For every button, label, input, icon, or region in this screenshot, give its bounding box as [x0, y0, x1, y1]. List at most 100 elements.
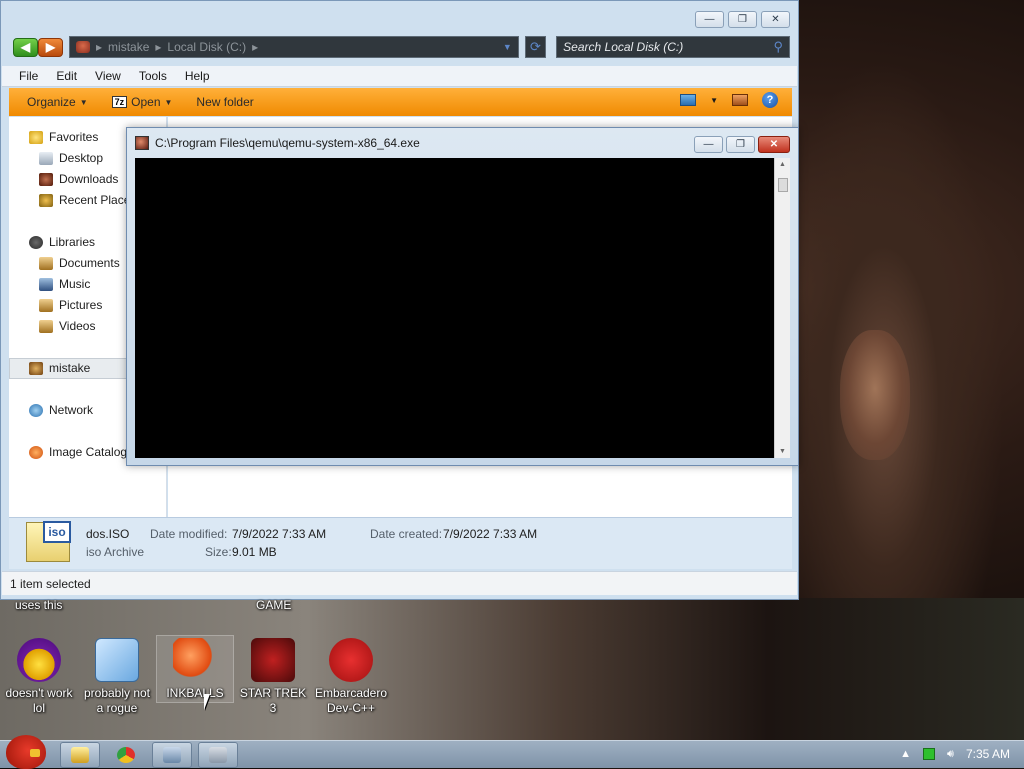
qemu-console-screen[interactable] [135, 158, 776, 458]
desktop-icon-rogue[interactable]: probably not a rogue [79, 638, 155, 716]
back-button[interactable]: ◀ [13, 37, 38, 57]
star-wars-game-icon [251, 638, 295, 682]
qemu-title-bar[interactable]: C:\Program Files\qemu\qemu-system-x86_64… [135, 136, 420, 150]
menu-tools[interactable]: Tools [130, 69, 176, 83]
help-icon[interactable]: ? [762, 92, 778, 108]
wallpaper-ear [840, 330, 910, 460]
nav-videos-label: Videos [59, 319, 96, 333]
scroll-up-icon[interactable]: ▲ [779, 161, 786, 168]
taskbar-chrome-button[interactable] [106, 742, 146, 768]
star-icon [29, 130, 43, 144]
command-toolbar: Organize ▼ 7z Open ▼ New folder ▼ ? [9, 88, 792, 116]
nav-recent-places[interactable]: Recent Places [39, 193, 136, 207]
clock[interactable]: 7:35 AM [966, 747, 1010, 761]
nav-arrows: ◀ ▶ [13, 37, 63, 57]
start-button[interactable] [2, 729, 52, 769]
folder-icon [71, 747, 89, 763]
qemu-window[interactable]: C:\Program Files\qemu\qemu-system-x86_64… [126, 127, 799, 466]
desktop-caption-game[interactable]: GAME [256, 598, 291, 612]
preview-pane-icon[interactable] [732, 94, 748, 106]
menu-file[interactable]: File [10, 69, 47, 83]
maximize-button[interactable]: ❐ [728, 11, 757, 28]
desktop-icon-label: STAR TREK 3 [239, 686, 307, 715]
minimize-button[interactable]: — [695, 11, 724, 28]
taskbar-explorer-button[interactable] [60, 742, 100, 768]
refresh-button[interactable]: ⟳ [524, 36, 547, 58]
open-button[interactable]: 7z Open ▼ [100, 95, 185, 109]
desktop-caption-uses-this[interactable]: uses this [15, 598, 62, 612]
desktop-icon-label: probably not a rogue [83, 686, 151, 715]
nav-downloads-label: Downloads [59, 172, 119, 186]
nav-desktop-label: Desktop [59, 151, 104, 165]
nav-videos[interactable]: Videos [39, 319, 95, 333]
details-size: 9.01 MB [232, 545, 277, 559]
image-catalog-icon [29, 445, 43, 459]
nav-libraries-label: Libraries [49, 235, 96, 249]
nav-network-label: Network [49, 403, 94, 417]
libraries-icon [29, 235, 43, 249]
address-dropdown-icon[interactable]: ▼ [503, 42, 512, 52]
volume-icon[interactable]: 🔊︎ [947, 748, 954, 761]
user-folder-icon [29, 361, 43, 375]
qemu-scrollbar[interactable]: ▲ ▼ [774, 158, 790, 458]
start-beak [30, 749, 40, 757]
qemu-app-icon [135, 136, 149, 150]
menu-edit[interactable]: Edit [47, 69, 86, 83]
seven-zip-icon: 7z [111, 96, 128, 108]
qemu-close-button[interactable]: ✕ [758, 136, 790, 153]
downloads-icon [39, 172, 53, 186]
desktop-icon-star-trek[interactable]: STAR TREK 3 [235, 638, 311, 716]
breadcrumb-sep-icon: ▸ [252, 40, 259, 54]
nav-image-catalog-label: Image Catalog [49, 445, 128, 459]
nav-image-catalog[interactable]: Image Catalog [29, 445, 127, 459]
address-bar[interactable]: ▸ mistake ▸ Local Disk (C:) ▸ ▼ [69, 36, 519, 58]
system-tray: ▲ 🔊︎ 7:35 AM [900, 747, 1010, 761]
details-date-created: 7/9/2022 7:33 AM [443, 527, 538, 541]
nav-downloads[interactable]: Downloads [39, 172, 118, 186]
desktop-icon-inkballs[interactable]: INKBALLS [157, 638, 233, 701]
details-date-created-label: Date created: [370, 527, 443, 541]
recent-places-icon [39, 193, 53, 207]
nav-network[interactable]: Network [29, 403, 93, 417]
iso-file-icon: iso [26, 521, 71, 562]
search-placeholder: Search Local Disk (C:) [563, 40, 684, 54]
new-folder-button[interactable]: New folder [184, 95, 265, 109]
menu-bar: File Edit View Tools Help [2, 66, 797, 87]
nav-favorites[interactable]: Favorites [29, 130, 98, 144]
taskbar-qemu-button[interactable] [152, 742, 192, 768]
desktop-icon-label: doesn't work lol [5, 686, 73, 715]
console-window-icon [163, 747, 181, 763]
scroll-down-icon[interactable]: ▼ [779, 448, 786, 455]
menu-help[interactable]: Help [176, 69, 219, 83]
forward-button[interactable]: ▶ [38, 37, 63, 57]
search-icon[interactable]: ⚲ [773, 39, 783, 55]
close-button[interactable]: ✕ [761, 11, 790, 28]
desktop-icon-dev-cpp[interactable]: Embarcadero Dev-C++ [313, 638, 389, 716]
application-icon [209, 747, 227, 763]
change-view-icon[interactable] [680, 94, 697, 106]
chevron-down-icon[interactable]: ▼ [710, 96, 718, 105]
nav-user-mistake[interactable]: mistake [29, 361, 90, 375]
nav-libraries[interactable]: Libraries [29, 235, 95, 249]
taskbar-app-button[interactable] [198, 742, 238, 768]
videos-icon [39, 319, 53, 333]
qemu-minimize-button[interactable]: — [694, 136, 723, 153]
menu-view[interactable]: View [86, 69, 130, 83]
qemu-title: C:\Program Files\qemu\qemu-system-x86_64… [155, 136, 420, 150]
breadcrumb-mistake[interactable]: mistake [108, 40, 149, 54]
scroll-thumb[interactable] [778, 178, 788, 192]
show-hidden-icons-icon[interactable]: ▲ [900, 748, 911, 760]
breadcrumb-sep-icon: ▸ [96, 40, 103, 54]
search-input[interactable]: Search Local Disk (C:) ⚲ [556, 36, 790, 58]
breadcrumb-local-disk[interactable]: Local Disk (C:) [167, 40, 246, 54]
nav-music[interactable]: Music [39, 277, 90, 291]
nav-desktop[interactable]: Desktop [39, 151, 103, 165]
qemu-maximize-button[interactable]: ❐ [726, 136, 755, 153]
chevron-down-icon: ▼ [164, 97, 173, 107]
nav-documents[interactable]: Documents [39, 256, 120, 270]
organize-button[interactable]: Organize ▼ [15, 95, 100, 109]
battery-icon[interactable] [923, 748, 936, 760]
nav-pictures[interactable]: Pictures [39, 298, 102, 312]
details-pane: iso dos.ISO iso Archive Date modified: 7… [9, 517, 792, 569]
desktop-icon-yahoo[interactable]: doesn't work lol [1, 638, 77, 716]
